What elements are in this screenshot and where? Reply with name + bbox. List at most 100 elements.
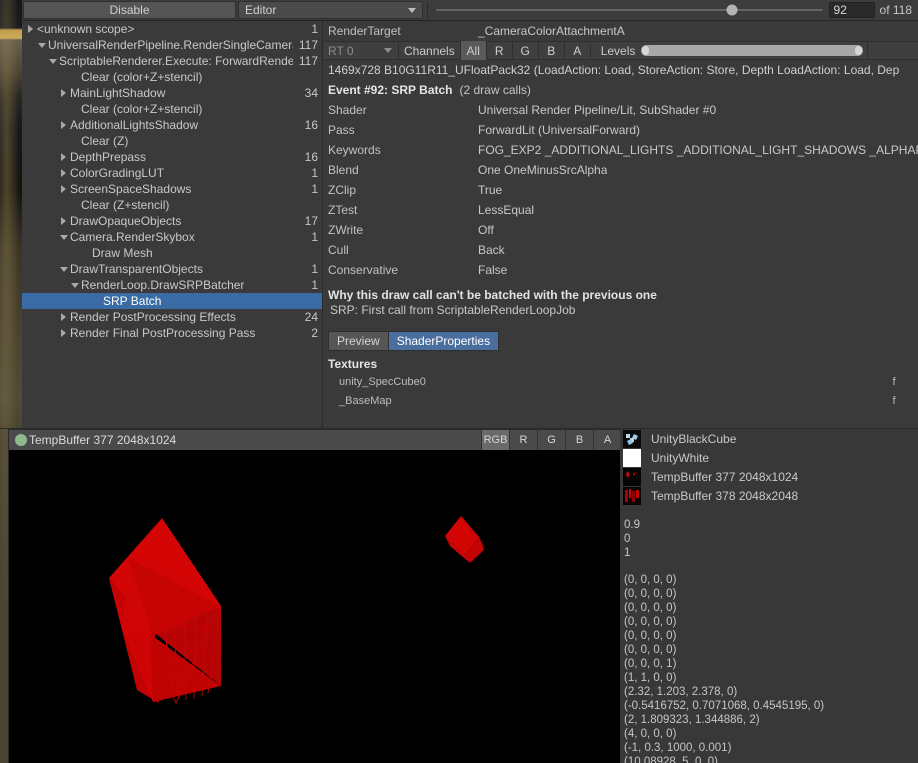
tree-row[interactable]: Clear (Z+stencil) bbox=[22, 197, 322, 213]
disable-button-label: Disable bbox=[109, 3, 149, 17]
tree-row[interactable]: ScreenSpaceShadows1 bbox=[22, 181, 322, 197]
chevron-down-icon[interactable] bbox=[57, 267, 70, 272]
shader-state-value: Off bbox=[478, 223, 494, 237]
tree-row-count: 16 bbox=[305, 150, 318, 164]
tree-row-label: UniversalRenderPipeline.RenderSingleCame… bbox=[48, 38, 293, 52]
frame-slider-track bbox=[436, 9, 823, 11]
cube-cross-thumb-icon bbox=[623, 430, 641, 448]
preview-channel-b[interactable]: B bbox=[565, 430, 593, 450]
tree-row[interactable]: ColorGradingLUT1 bbox=[22, 165, 322, 181]
event-tree-panel[interactable]: <unknown scope>1UniversalRenderPipeline.… bbox=[22, 21, 322, 428]
frame-number-input[interactable]: 92 bbox=[829, 2, 875, 18]
shadow-map-render bbox=[9, 450, 621, 763]
editor-dropdown[interactable]: Editor bbox=[238, 1, 423, 19]
tree-row[interactable]: Clear (Z) bbox=[22, 133, 322, 149]
chevron-right-icon[interactable] bbox=[57, 121, 70, 129]
scalar-value: 0.9 bbox=[624, 518, 918, 532]
tree-row[interactable]: RenderLoop.DrawSRPBatcher1 bbox=[22, 277, 322, 293]
tree-row[interactable]: Clear (color+Z+stencil) bbox=[22, 69, 322, 85]
tree-row-count: 17 bbox=[305, 214, 318, 228]
chevron-right-icon[interactable] bbox=[57, 329, 70, 337]
tree-row-count: 16 bbox=[305, 118, 318, 132]
vector-value: (0, 0, 0, 0) bbox=[624, 629, 918, 643]
shader-state-row: ShaderUniversal Render Pipeline/Lit, Sub… bbox=[323, 100, 918, 120]
frame-debugger-window: Disable Editor 92 of 118 <unknown scope>… bbox=[0, 0, 918, 763]
scalar-value: 0 bbox=[624, 532, 918, 546]
scalar-value-list: 0.901 bbox=[620, 518, 918, 560]
tree-row-label: DrawOpaqueObjects bbox=[70, 214, 299, 228]
frame-slider-knob[interactable] bbox=[726, 5, 737, 16]
tab-shaderproperties[interactable]: ShaderProperties bbox=[388, 331, 499, 351]
tree-row[interactable]: UniversalRenderPipeline.RenderSingleCame… bbox=[22, 37, 322, 53]
tree-row[interactable]: DrawTransparentObjects1 bbox=[22, 261, 322, 277]
toolbar-separator bbox=[427, 2, 428, 18]
vector-value: (0, 0, 0, 0) bbox=[624, 587, 918, 601]
tree-row[interactable]: Draw Mesh bbox=[22, 245, 322, 261]
tree-row-label: AdditionalLightsShadow bbox=[70, 118, 299, 132]
chevron-down-icon[interactable] bbox=[57, 235, 70, 240]
disable-button[interactable]: Disable bbox=[23, 1, 236, 19]
vector-value: (1, 1, 0, 0) bbox=[624, 671, 918, 685]
tree-row[interactable]: DrawOpaqueObjects 17 bbox=[22, 213, 322, 229]
tab-preview[interactable]: Preview bbox=[328, 331, 388, 351]
channel-button-all[interactable]: All bbox=[460, 41, 486, 60]
channel-button-b[interactable]: B bbox=[538, 41, 564, 60]
tree-row[interactable]: DepthPrepass16 bbox=[22, 149, 322, 165]
shader-state-key: ZWrite bbox=[323, 223, 478, 237]
channel-button-r[interactable]: R bbox=[486, 41, 512, 60]
preview-canvas[interactable] bbox=[9, 450, 621, 763]
chevron-down-icon[interactable] bbox=[35, 43, 48, 48]
chevron-right-icon[interactable] bbox=[57, 169, 70, 177]
shader-state-row: ConservativeFalse bbox=[323, 260, 918, 280]
chevron-down-icon[interactable] bbox=[68, 283, 81, 288]
preview-channel-rgb[interactable]: RGB bbox=[481, 430, 509, 450]
texture-list-item[interactable]: UnityBlackCube bbox=[620, 429, 918, 448]
preview-channel-group: RGBRGBA bbox=[481, 430, 621, 450]
tree-row[interactable]: MainLightShadow34 bbox=[22, 85, 322, 101]
preview-channel-r[interactable]: R bbox=[509, 430, 537, 450]
chevron-right-icon[interactable] bbox=[57, 153, 70, 161]
texture-list-item[interactable]: TempBuffer 377 2048x1024 bbox=[620, 467, 918, 486]
tree-row[interactable]: AdditionalLightsShadow 16 bbox=[22, 117, 322, 133]
channel-button-g[interactable]: G bbox=[512, 41, 538, 60]
shader-state-row: ZTestLessEqual bbox=[323, 200, 918, 220]
shader-state-row: CullBack bbox=[323, 240, 918, 260]
tree-row-count: 1 bbox=[311, 230, 318, 244]
chevron-right-icon[interactable] bbox=[57, 313, 70, 321]
event-details-panel: RenderTarget _CameraColorAttachmentA RT … bbox=[323, 21, 918, 428]
preview-channel-g[interactable]: G bbox=[537, 430, 565, 450]
texture-property-row: _BaseMapf bbox=[323, 391, 918, 410]
vector-value: (-1, 0.3, 1000, 0.001) bbox=[624, 741, 918, 755]
tree-row[interactable]: SRP Batch bbox=[22, 293, 322, 309]
chevron-right-icon[interactable] bbox=[57, 89, 70, 97]
detail-tab-bar: PreviewShaderProperties bbox=[328, 331, 918, 351]
tree-row-label: RenderLoop.DrawSRPBatcher bbox=[81, 278, 305, 292]
tree-row[interactable]: Render PostProcessing Effects24 bbox=[22, 309, 322, 325]
toolbar-filler bbox=[867, 41, 918, 60]
shader-state-value: One OneMinusSrcAlpha bbox=[478, 163, 607, 177]
chevron-right-icon[interactable] bbox=[24, 25, 37, 33]
levels-slider[interactable] bbox=[641, 45, 863, 56]
texture-list-item[interactable]: UnityWhite bbox=[620, 448, 918, 467]
preview-channel-a[interactable]: A bbox=[593, 430, 621, 450]
rt-index-dropdown[interactable]: RT 0 bbox=[323, 42, 399, 59]
tree-row[interactable]: Render Final PostProcessing Pass2 bbox=[22, 325, 322, 341]
tree-row[interactable]: ScriptableRenderer.Execute: ForwardRende… bbox=[22, 53, 322, 69]
shader-state-row: BlendOne OneMinusSrcAlpha bbox=[323, 160, 918, 180]
render-target-value: _CameraColorAttachmentA bbox=[478, 24, 625, 38]
shader-state-key: Pass bbox=[323, 123, 478, 137]
chevron-right-icon[interactable] bbox=[57, 217, 70, 225]
tree-row[interactable]: Clear (color+Z+stencil) bbox=[22, 101, 322, 117]
shader-state-value: FOG_EXP2 _ADDITIONAL_LIGHTS _ADDITIONAL_… bbox=[478, 143, 918, 157]
vector-value-list: (0, 0, 0, 0)(0, 0, 0, 0)(0, 0, 0, 0)(0, … bbox=[620, 573, 918, 763]
channel-button-a[interactable]: A bbox=[564, 41, 590, 60]
texture-property-name: unity_SpecCube0 bbox=[323, 376, 884, 388]
shader-state-key: Blend bbox=[323, 163, 478, 177]
chevron-down-icon bbox=[408, 8, 416, 13]
chevron-right-icon[interactable] bbox=[57, 185, 70, 193]
chevron-down-icon[interactable] bbox=[46, 59, 59, 64]
tree-row[interactable]: Camera.RenderSkybox1 bbox=[22, 229, 322, 245]
tree-row[interactable]: <unknown scope>1 bbox=[22, 21, 322, 37]
texture-list-item[interactable]: TempBuffer 378 2048x2048 bbox=[620, 486, 918, 505]
frame-slider[interactable] bbox=[436, 1, 823, 19]
